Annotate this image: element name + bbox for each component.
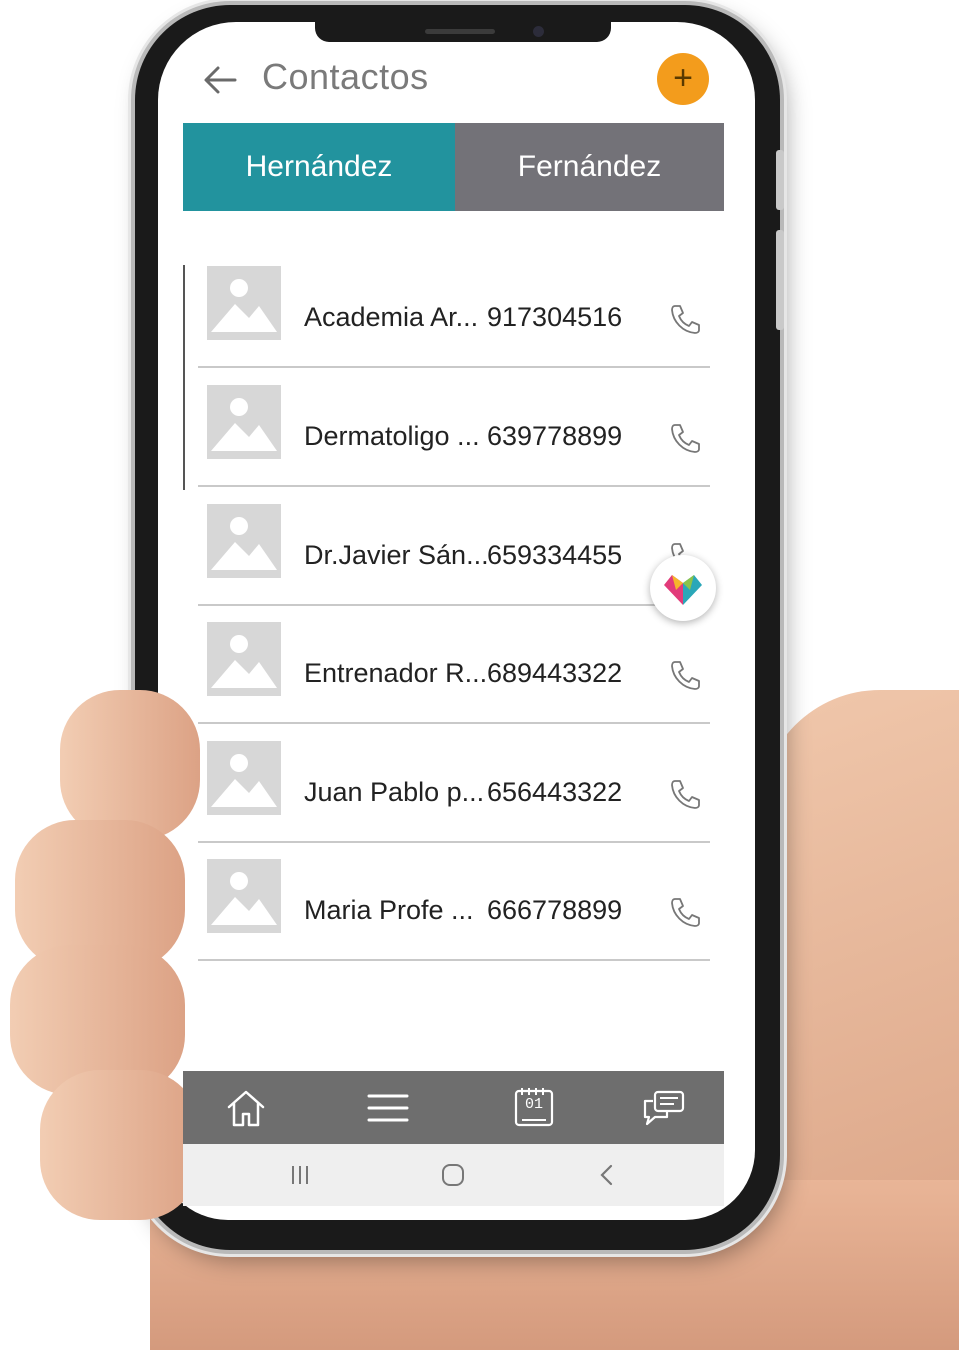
avatar-placeholder-icon	[207, 622, 281, 696]
contact-phone: 917304516	[487, 302, 623, 332]
avatar-placeholder-icon	[207, 504, 281, 578]
contact-name: Entrenador R...	[304, 658, 488, 688]
phone-notch	[315, 22, 611, 42]
tab-fernandez[interactable]: Fernández	[455, 123, 724, 211]
phone-icon[interactable]	[668, 777, 702, 811]
add-contact-button[interactable]: +	[657, 53, 709, 105]
system-nav-bar	[183, 1144, 724, 1206]
contact-name: Dr.Javier Sán...	[304, 540, 489, 570]
row-divider	[198, 485, 710, 487]
calendar-button[interactable]: 01	[509, 1083, 559, 1133]
contact-row[interactable]: Maria Profe ... 666778899	[198, 843, 723, 961]
contact-phone: 666778899	[487, 895, 623, 925]
finger	[40, 1070, 200, 1220]
phone-volume-button	[776, 230, 784, 330]
row-divider	[198, 366, 710, 368]
contact-name: Juan Pablo p...	[304, 777, 485, 807]
bottom-nav-bar: 01	[183, 1071, 724, 1144]
contact-phone: 656443322	[487, 777, 623, 807]
back-chevron-icon[interactable]	[590, 1158, 624, 1192]
avatar-placeholder-icon	[207, 859, 281, 933]
contact-row[interactable]: Academia Ar... 917304516	[198, 250, 723, 368]
phone-icon[interactable]	[668, 421, 702, 455]
contact-name: Academia Ar...	[304, 302, 479, 332]
contact-row[interactable]: Entrenador R... 689443322	[198, 606, 723, 724]
avatar-placeholder-icon	[207, 385, 281, 459]
contact-phone: 659334455	[487, 540, 623, 570]
contact-row[interactable]: Dermatoligo ... 639778899	[198, 369, 723, 487]
row-divider	[198, 959, 710, 961]
front-camera	[533, 26, 544, 37]
home-icon[interactable]	[221, 1083, 271, 1133]
phone-icon[interactable]	[668, 895, 702, 929]
row-divider	[198, 722, 710, 724]
heart-logo-icon	[664, 575, 702, 605]
tab-hernandez[interactable]: Hernández	[183, 123, 455, 211]
contact-name: Dermatoligo ...	[304, 421, 480, 451]
chat-icon[interactable]	[639, 1083, 689, 1133]
thumb	[60, 690, 200, 840]
recent-apps-icon[interactable]	[283, 1158, 317, 1192]
home-circle-icon[interactable]	[436, 1158, 470, 1192]
floating-assistant-button[interactable]	[650, 555, 716, 621]
avatar-placeholder-icon	[207, 266, 281, 340]
contact-row[interactable]: Dr.Javier Sán... 659334455	[198, 488, 723, 606]
back-button[interactable]	[200, 60, 240, 100]
scroll-indicator[interactable]	[183, 265, 185, 490]
page-title: Contactos	[262, 56, 429, 97]
earpiece	[425, 29, 495, 34]
calendar-day: 01	[524, 1096, 543, 1113]
contact-phone: 639778899	[487, 421, 623, 451]
menu-icon[interactable]	[363, 1083, 413, 1133]
phone-icon[interactable]	[668, 658, 702, 692]
contact-name: Maria Profe ...	[304, 895, 474, 925]
phone-side-button	[776, 150, 784, 210]
contact-phone: 689443322	[487, 658, 623, 688]
contact-row[interactable]: Juan Pablo p... 656443322	[198, 725, 723, 843]
arrow-left-icon	[204, 66, 237, 94]
avatar-placeholder-icon	[207, 741, 281, 815]
phone-icon[interactable]	[668, 302, 702, 336]
